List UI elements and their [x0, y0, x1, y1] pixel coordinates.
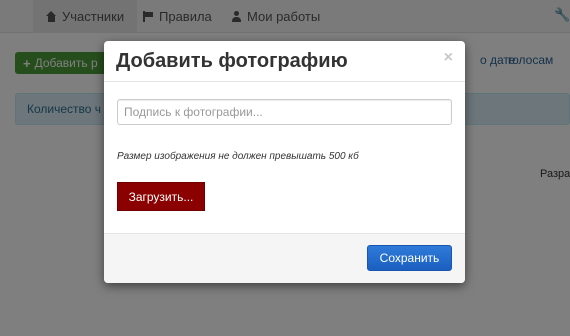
close-icon[interactable]: ×: [444, 50, 453, 66]
save-button[interactable]: Сохранить: [367, 245, 452, 271]
modal-footer: Сохранить: [104, 233, 465, 283]
modal-header: Добавить фотографию ×: [104, 41, 465, 82]
modal-title: Добавить фотографию: [116, 50, 348, 72]
size-limit-note: Размер изображения не должен превышать 5…: [117, 151, 359, 162]
upload-button[interactable]: Загрузить...: [117, 182, 205, 211]
add-photo-modal: Добавить фотографию × Размер изображения…: [104, 41, 465, 283]
caption-input[interactable]: [117, 99, 452, 125]
